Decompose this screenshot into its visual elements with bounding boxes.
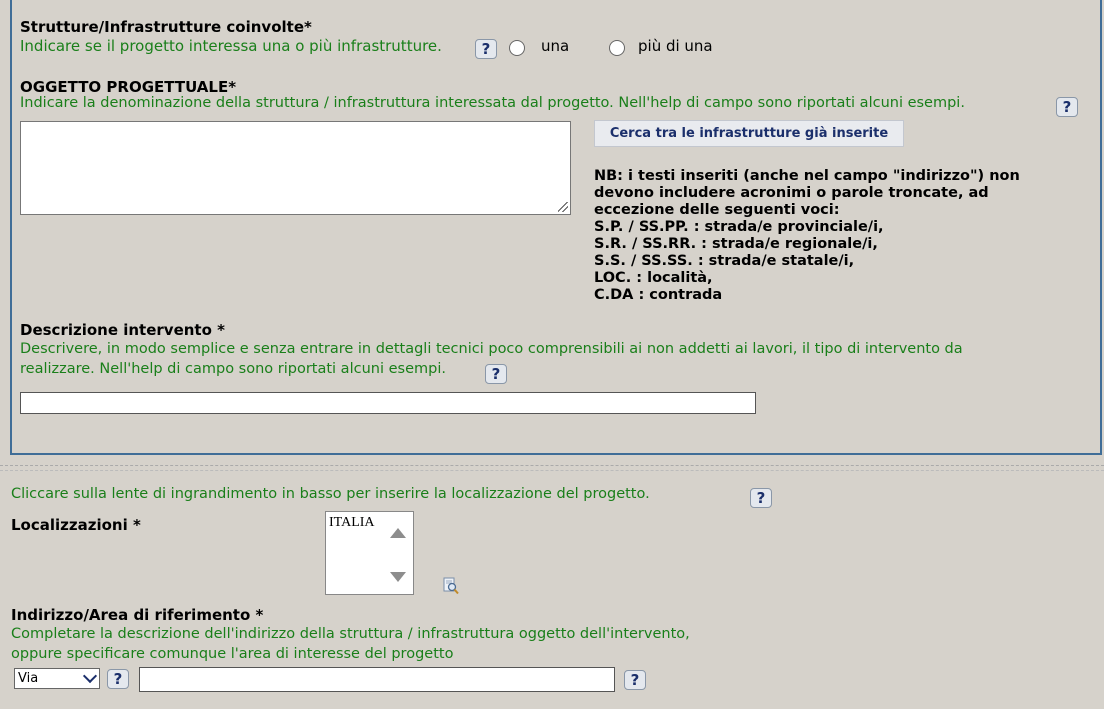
nb-line: S.R. / SS.RR. : strada/e regionale/i,	[594, 236, 878, 252]
oggetto-title: OGGETTO PROGETTUALE*	[20, 78, 237, 96]
magnifier-search-icon[interactable]	[443, 577, 459, 595]
descrizione-input[interactable]	[20, 392, 756, 414]
strutture-title: Strutture/Infrastrutture coinvolte*	[20, 18, 312, 36]
localizzazioni-listbox[interactable]: ITALIA	[325, 511, 414, 595]
oggetto-textarea[interactable]	[20, 121, 571, 215]
nb-line: devono includere acronimi o parole tronc…	[594, 185, 989, 201]
descrizione-title: Descrizione intervento *	[20, 321, 225, 339]
localizzazioni-label: Localizzazioni *	[11, 516, 141, 534]
cerca-infrastrutture-button[interactable]: Cerca tra le infrastrutture già inserite	[594, 120, 904, 147]
descrizione-help-icon[interactable]: ?	[485, 364, 507, 384]
resize-grip-icon[interactable]	[558, 202, 568, 212]
indirizzo-hint-2: oppure specificare comunque l'area di in…	[11, 646, 454, 662]
lente-hint: Cliccare sulla lente di ingrandimento in…	[11, 486, 650, 502]
radio-una[interactable]	[509, 40, 525, 56]
indirizzo-title: Indirizzo/Area di riferimento *	[11, 606, 264, 624]
descrizione-hint-2: realizzare. Nell'help di campo sono ripo…	[20, 361, 446, 377]
section-divider	[0, 470, 1104, 471]
nb-line: S.P. / SS.PP. : strada/e provinciale/i,	[594, 219, 884, 235]
oggetto-hint: Indicare la denominazione della struttur…	[20, 95, 965, 111]
localizzazione-item[interactable]: ITALIA	[329, 515, 375, 531]
nb-line: S.S. / SS.SS. : strada/e statale/i,	[594, 253, 855, 269]
via-help-icon[interactable]: ?	[107, 669, 129, 689]
radio-piu-di-una[interactable]	[609, 40, 625, 56]
radio-una-label: una	[541, 37, 570, 55]
oggetto-help-icon[interactable]: ?	[1056, 97, 1078, 117]
section-divider	[0, 465, 1104, 466]
via-select[interactable]: Via	[14, 668, 100, 689]
indirizzo-help-icon[interactable]: ?	[624, 670, 646, 690]
lente-help-icon[interactable]: ?	[750, 488, 772, 508]
nb-line: NB: i testi inseriti (anche nel campo "i…	[594, 168, 1020, 184]
nb-line: LOC. : località,	[594, 270, 713, 286]
nb-line: C.DA : contrada	[594, 287, 723, 303]
indirizzo-input[interactable]	[139, 667, 615, 692]
strutture-hint: Indicare se il progetto interessa una o …	[20, 37, 442, 55]
nb-line: eccezione delle seguenti voci:	[594, 202, 840, 218]
indirizzo-hint-1: Completare la descrizione dell'indirizzo…	[11, 626, 690, 642]
radio-piu-di-una-label: più di una	[638, 37, 713, 55]
chevron-down-icon	[82, 668, 98, 684]
via-select-value: Via	[18, 671, 39, 686]
scroll-down-icon[interactable]	[390, 572, 406, 582]
scroll-up-icon[interactable]	[390, 528, 406, 538]
nb-note: NB: i testi inseriti (anche nel campo "i…	[594, 168, 1020, 304]
descrizione-hint-1: Descrivere, in modo semplice e senza ent…	[20, 341, 963, 357]
strutture-help-icon[interactable]: ?	[475, 39, 497, 59]
